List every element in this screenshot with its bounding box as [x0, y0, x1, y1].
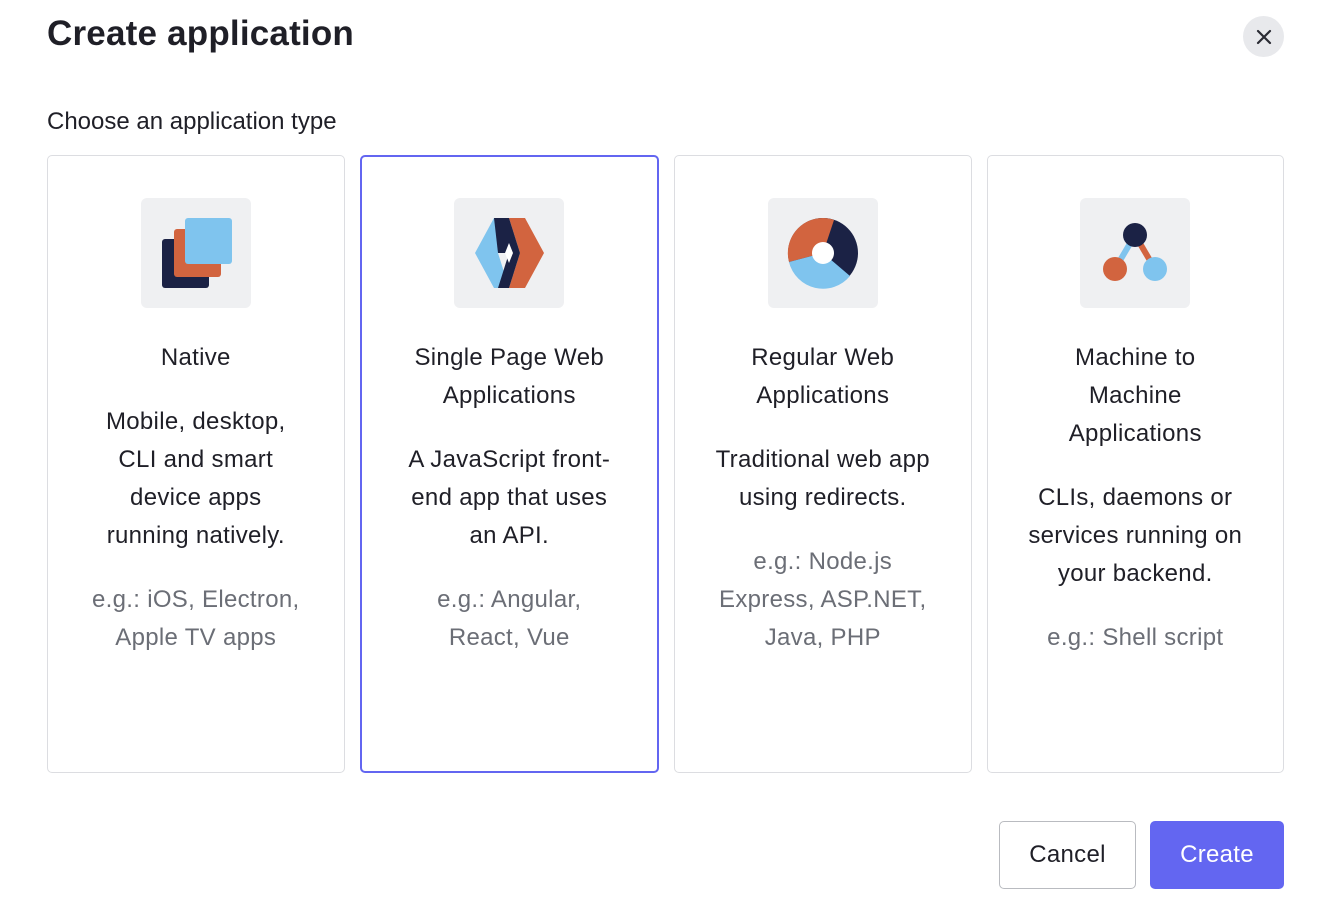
card-description: A JavaScript front-end app that uses an … — [408, 446, 611, 549]
cancel-button[interactable]: Cancel — [999, 821, 1136, 889]
dialog-footer: Cancel Create — [999, 821, 1284, 889]
application-type-label: Choose an application type — [47, 108, 337, 135]
card-description: CLIs, daemons or services running on you… — [1028, 484, 1243, 587]
machine-to-machine-icon — [1103, 223, 1168, 281]
create-button[interactable]: Create — [1150, 821, 1284, 889]
close-icon — [1256, 29, 1271, 44]
card-title: Machine to Machine Applications — [1068, 344, 1202, 447]
spa-icon — [475, 218, 545, 288]
app-type-card-native[interactable]: Native Mobile, desktop, CLI and smart de… — [47, 155, 345, 773]
native-app-icon — [161, 218, 232, 288]
app-type-icon-tile — [454, 198, 565, 308]
card-title: Regular Web Applications — [751, 344, 895, 409]
card-description: Mobile, desktop, CLI and smart device ap… — [105, 408, 286, 549]
dialog-title: Create application — [47, 14, 355, 53]
app-type-icon-tile — [767, 198, 878, 308]
card-example: e.g.: Node.js Express, ASP.NET, Java, PH… — [719, 548, 927, 651]
card-example: e.g.: Shell script — [1047, 624, 1224, 651]
card-title: Single Page Web Applications — [414, 344, 604, 409]
create-application-dialog: Create application Choose an application… — [0, 0, 1326, 910]
card-example: e.g.: Angular, React, Vue — [437, 586, 582, 651]
card-example: e.g.: iOS, Electron, Apple TV apps — [92, 586, 300, 651]
card-description: Traditional web app using redirects. — [715, 446, 930, 511]
app-type-icon-tile — [1080, 198, 1191, 308]
regular-web-app-icon — [787, 217, 858, 289]
card-title: Native — [160, 344, 231, 371]
app-type-card-regular-web[interactable]: Regular Web Applications Traditional web… — [674, 155, 972, 773]
application-type-list: Native Mobile, desktop, CLI and smart de… — [47, 155, 1284, 773]
close-button[interactable] — [1243, 16, 1284, 57]
app-type-card-m2m[interactable]: Machine to Machine Applications CLIs, da… — [986, 155, 1284, 773]
app-type-card-spa[interactable]: Single Page Web Applications A JavaScrip… — [359, 155, 659, 773]
app-type-icon-tile — [140, 198, 251, 308]
